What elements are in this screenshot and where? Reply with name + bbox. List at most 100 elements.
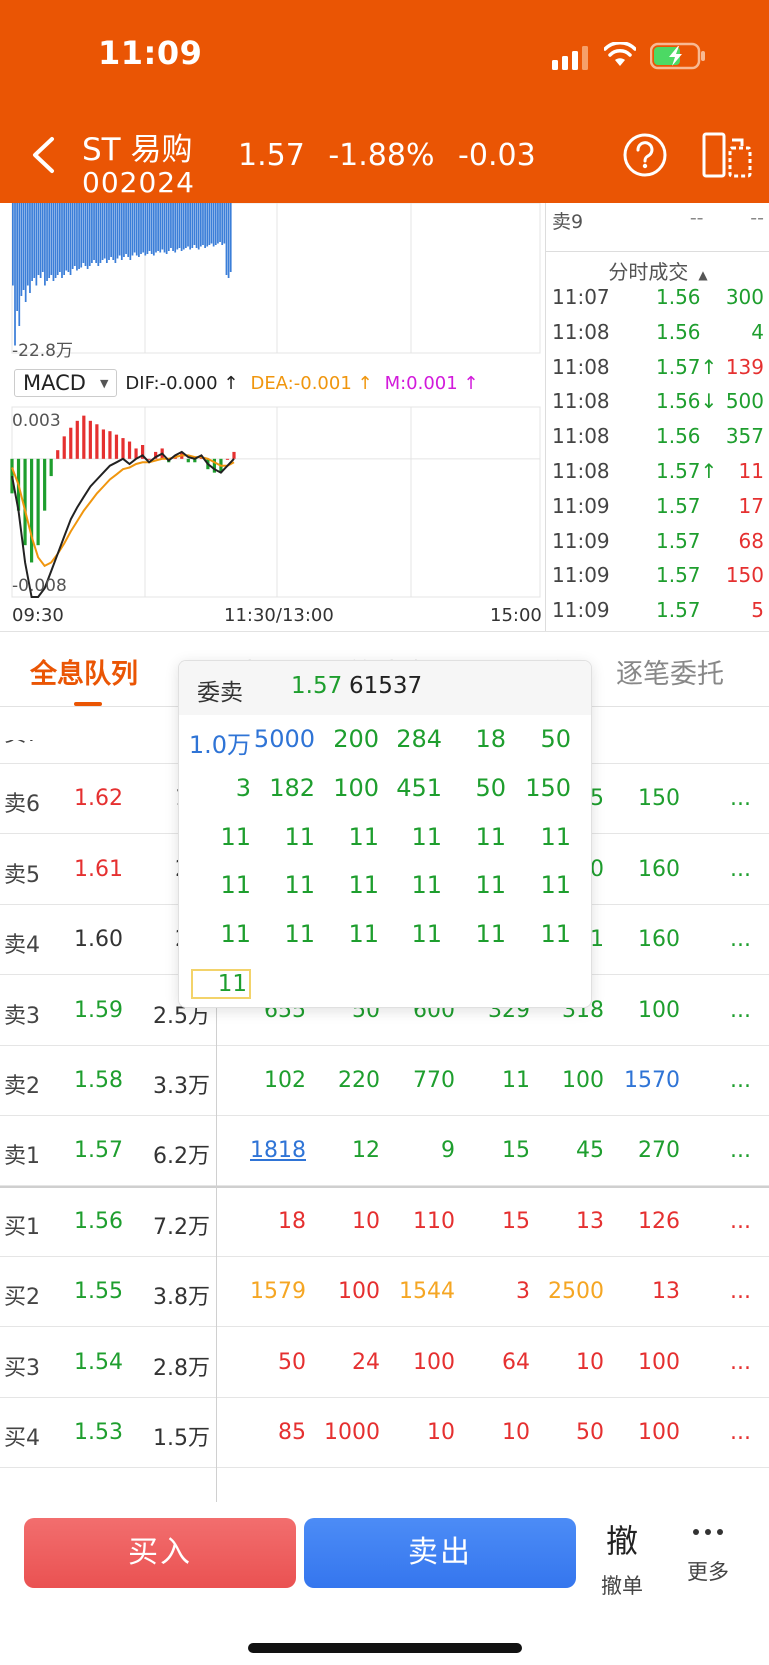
queue-order-cell[interactable]: 3 xyxy=(460,1279,530,1304)
queue-order-cell[interactable]: 770 xyxy=(385,1068,455,1093)
popup-order-cell[interactable]: 11 xyxy=(503,823,571,851)
queue-order-cell[interactable]: 13 xyxy=(534,1209,604,1234)
queue-row[interactable]: 买2 1.55 3.8万 1579 100 1544 3 2500 13... xyxy=(0,1257,769,1328)
queue-order-cell[interactable]: 50 xyxy=(534,1420,604,1445)
queue-more-cell[interactable]: ... xyxy=(730,927,751,952)
queue-order-cell[interactable]: 100 xyxy=(610,1350,680,1375)
queue-order-cell[interactable]: 10 xyxy=(534,1350,604,1375)
queue-order-cell[interactable]: 10 xyxy=(460,1420,530,1445)
popup-order-cell[interactable]: 11 xyxy=(438,871,506,899)
queue-order-cell[interactable]: 160 xyxy=(610,857,680,882)
queue-order-cell[interactable]: 12 xyxy=(310,1138,380,1163)
queue-order-cell[interactable]: 270 xyxy=(610,1138,680,1163)
queue-more-cell[interactable]: ... xyxy=(730,1209,751,1234)
queue-detail-popup[interactable]: 委卖 1.57 61537 1.0万 5000 200 284 18 50 3 182 100 4… xyxy=(178,660,592,1008)
queue-order-cell[interactable]: 50 xyxy=(236,1350,306,1375)
popup-order-cell[interactable]: 11 xyxy=(503,871,571,899)
popup-selected-cell[interactable]: 11 xyxy=(191,969,251,999)
popup-order-cell[interactable]: 11 xyxy=(247,823,315,851)
popup-order-cell[interactable]: 11 xyxy=(183,920,251,948)
queue-more-cell[interactable]: ... xyxy=(730,1068,751,1093)
popup-order-cell[interactable]: 5000 xyxy=(247,725,315,753)
cancel-order-button[interactable]: 撤 撤单 xyxy=(582,1516,662,1600)
popup-order-cell[interactable]: 11 xyxy=(438,823,506,851)
queue-more-cell[interactable]: ... xyxy=(730,1138,751,1163)
queue-order-cell[interactable]: 24 xyxy=(310,1350,380,1375)
queue-row[interactable]: 买4 1.53 1.5万 85 1000 10 10 50 100... xyxy=(0,1398,769,1468)
popup-order-cell[interactable]: 11 xyxy=(438,920,506,948)
popup-order-cell[interactable]: 3 xyxy=(183,774,251,802)
queue-order-cell[interactable]: 110 xyxy=(385,1209,455,1234)
queue-order-cell[interactable]: 100 xyxy=(610,1420,680,1445)
popup-order-cell[interactable]: 11 xyxy=(311,823,379,851)
queue-order-cell[interactable]: 100 xyxy=(385,1350,455,1375)
queue-order-cell[interactable]: 1000 xyxy=(310,1420,380,1445)
queue-order-cell[interactable]: 100 xyxy=(310,1279,380,1304)
queue-order-cell[interactable]: 150 xyxy=(610,786,680,811)
sell-button[interactable]: 卖出 xyxy=(304,1518,576,1588)
queue-order-cell[interactable]: 10 xyxy=(385,1420,455,1445)
tab-full-queue[interactable]: 全息队列 xyxy=(30,652,138,691)
queue-order-cell[interactable]: 10 xyxy=(310,1209,380,1234)
queue-order-cell[interactable]: 1579 xyxy=(236,1279,306,1304)
queue-order-cell[interactable]: 13 xyxy=(610,1279,680,1304)
queue-order-cell[interactable]: 9 xyxy=(385,1138,455,1163)
popup-order-cell[interactable]: 182 xyxy=(247,774,315,802)
popup-order-cell[interactable]: 18 xyxy=(438,725,506,753)
queue-order-cell[interactable]: 127 xyxy=(610,740,680,741)
tab-tick-orders[interactable]: 逐笔委托 xyxy=(616,652,724,691)
queue-more-cell[interactable]: ... xyxy=(730,740,751,741)
queue-order-cell[interactable]: 102 xyxy=(236,1068,306,1093)
popup-order-cell[interactable]: 1.0万 xyxy=(183,725,251,760)
popup-order-cell[interactable]: 11 xyxy=(503,920,571,948)
tick-trade-title[interactable]: 分时成交 ▲ xyxy=(546,251,769,285)
queue-order-cell[interactable]: 11 xyxy=(460,1068,530,1093)
popup-order-cell[interactable]: 150 xyxy=(503,774,571,802)
queue-order-cell[interactable]: 45 xyxy=(534,1138,604,1163)
popup-order-cell[interactable]: 284 xyxy=(374,725,442,753)
more-button[interactable]: 更多 xyxy=(668,1516,748,1586)
queue-order-cell[interactable]: 220 xyxy=(310,1068,380,1093)
popup-order-cell[interactable]: 11 xyxy=(374,920,442,948)
popup-order-cell[interactable]: 451 xyxy=(374,774,442,802)
queue-more-cell[interactable]: ... xyxy=(730,786,751,811)
buy-button[interactable]: 买入 xyxy=(24,1518,296,1588)
queue-row[interactable]: 卖1 1.57 6.2万 1818 12 9 15 45 270... xyxy=(0,1116,769,1187)
queue-more-cell[interactable]: ... xyxy=(730,1350,751,1375)
queue-row[interactable]: 买3 1.54 2.8万 50 24 100 64 10 100... xyxy=(0,1328,769,1398)
queue-order-cell[interactable]: 1818 xyxy=(236,1138,306,1163)
help-icon[interactable] xyxy=(622,132,668,178)
popup-order-cell[interactable]: 11 xyxy=(183,823,251,851)
queue-more-cell[interactable]: ... xyxy=(730,998,751,1023)
popup-order-cell[interactable]: 11 xyxy=(183,871,251,899)
queue-more-cell[interactable]: ... xyxy=(730,1279,751,1304)
queue-row[interactable]: 买1 1.56 7.2万 18 10 110 15 13 126... xyxy=(0,1187,769,1257)
queue-row[interactable]: 卖2 1.58 3.3万 102 220 770 11 100 1570... xyxy=(0,1046,769,1116)
queue-order-cell[interactable]: 15 xyxy=(460,1209,530,1234)
queue-order-cell[interactable]: 2500 xyxy=(534,1279,604,1304)
popup-order-cell[interactable]: 11 xyxy=(311,920,379,948)
queue-order-cell[interactable]: 126 xyxy=(610,1209,680,1234)
popup-order-cell[interactable]: 100 xyxy=(311,774,379,802)
popup-order-cell[interactable]: 11 xyxy=(374,871,442,899)
queue-more-cell[interactable]: ... xyxy=(730,857,751,882)
queue-order-cell[interactable]: 1544 xyxy=(385,1279,455,1304)
queue-order-cell[interactable]: 15 xyxy=(460,1138,530,1163)
indicator-select[interactable]: MACD ▼ xyxy=(14,369,118,397)
tick-trade-panel[interactable]: 卖9 -- -- 分时成交 ▲ 11:07 1.56 300 11:08 1.56 4 11:… xyxy=(545,203,769,631)
queue-order-cell[interactable]: 100 xyxy=(534,1068,604,1093)
queue-order-cell[interactable]: 18 xyxy=(236,1209,306,1234)
popup-order-cell[interactable]: 11 xyxy=(374,823,442,851)
popup-order-cell[interactable]: 50 xyxy=(503,725,571,753)
landscape-toggle-icon[interactable] xyxy=(702,132,752,178)
popup-order-cell[interactable]: 11 xyxy=(311,871,379,899)
popup-order-cell[interactable]: 11 xyxy=(247,920,315,948)
back-arrow-icon[interactable] xyxy=(30,136,56,174)
queue-order-cell[interactable]: 160 xyxy=(610,927,680,952)
queue-more-cell[interactable]: ... xyxy=(730,1420,751,1445)
queue-order-cell[interactable]: 100 xyxy=(610,998,680,1023)
queue-order-cell[interactable]: 85 xyxy=(236,1420,306,1445)
popup-order-cell[interactable]: 11 xyxy=(247,871,315,899)
queue-order-cell[interactable]: 64 xyxy=(460,1350,530,1375)
popup-order-cell[interactable]: 200 xyxy=(311,725,379,753)
